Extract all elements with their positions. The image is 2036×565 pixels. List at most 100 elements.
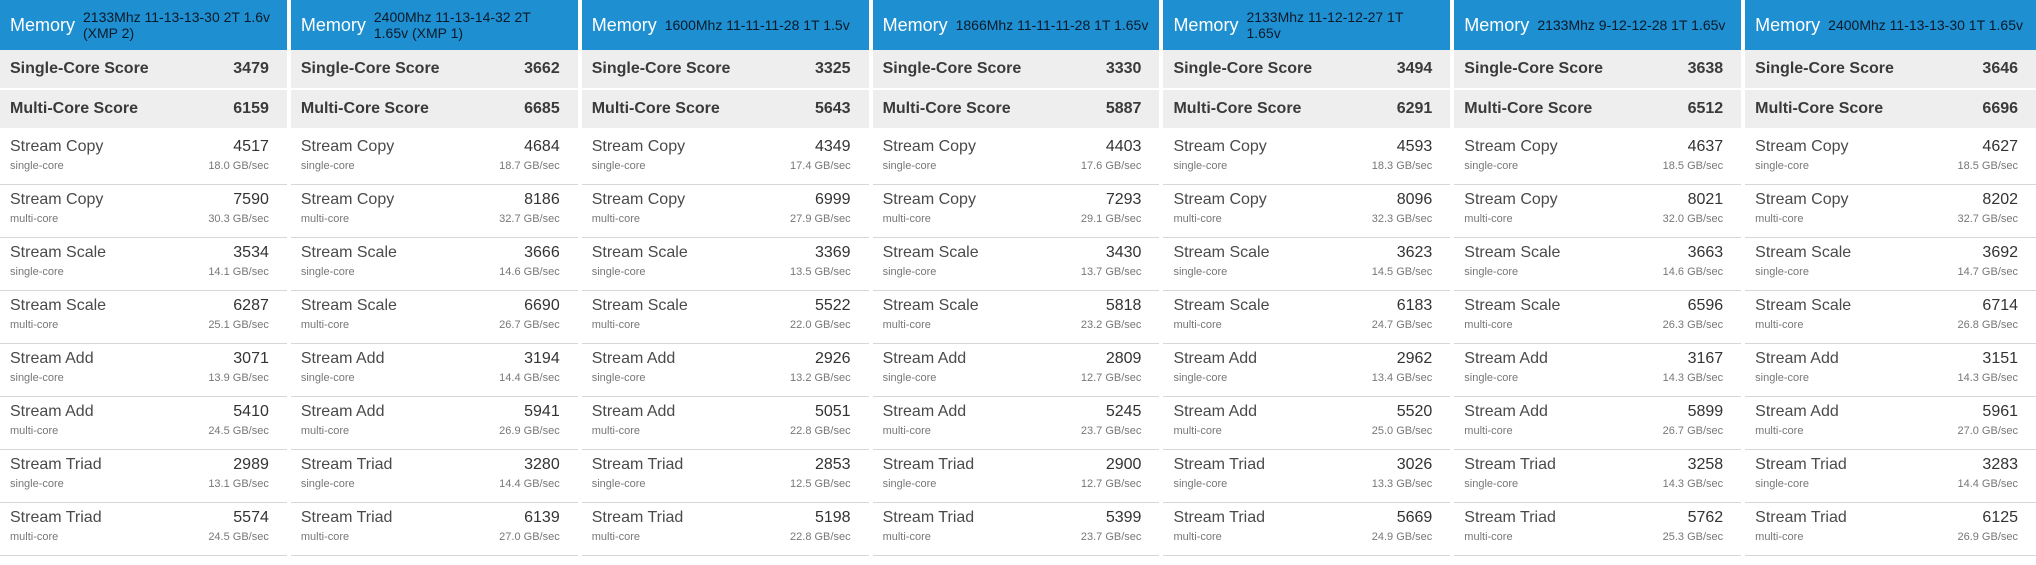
test-row: Stream Copy 4627 single-core 18.5 GB/sec (1745, 132, 2036, 185)
test-name: Stream Scale (882, 297, 979, 314)
multi-core-score-value: 6512 (1687, 100, 1724, 117)
test-score: 8202 (1982, 191, 2019, 208)
single-core-score-row: Single-Core Score 3638 (1454, 50, 1742, 90)
test-score: 6690 (524, 297, 560, 314)
test-mode: multi-core (300, 213, 350, 225)
test-row: Stream Copy 4593 single-core 18.3 GB/sec (1163, 132, 1451, 185)
test-mode: single-core (10, 266, 64, 278)
test-score: 7293 (1105, 191, 1142, 208)
test-row: Stream Triad 3280 single-core 14.4 GB/se… (290, 450, 578, 503)
test-mode: multi-core (591, 213, 641, 225)
test-row: Stream Triad 6125 multi-core 26.9 GB/sec (1745, 503, 2036, 556)
test-rate: 18.5 GB/sec (1662, 160, 1724, 172)
test-row: Stream Scale 3430 single-core 13.7 GB/se… (872, 238, 1160, 291)
test-rate: 26.7 GB/sec (499, 319, 560, 331)
test-row: Stream Scale 3663 single-core 14.6 GB/se… (1454, 238, 1742, 291)
section-title: Memory (1755, 14, 1821, 35)
test-name: Stream Scale (1173, 244, 1270, 261)
test-mode: multi-core (591, 531, 641, 543)
test-row: Stream Add 5941 multi-core 26.9 GB/sec (290, 397, 578, 450)
multi-core-score-label: Multi-Core Score (1755, 100, 1884, 117)
test-name: Stream Triad (591, 456, 684, 473)
test-rate: 27.9 GB/sec (790, 213, 851, 225)
test-mode: multi-core (1464, 531, 1513, 543)
panel-header: Memory 2400Mhz 11-13-13-30 1T 1.65v (1745, 0, 2036, 50)
benchmark-comparison-board: Memory 2133Mhz 11-13-13-30 2T 1.6v (XMP … (0, 0, 2036, 565)
test-mode: multi-core (1464, 213, 1513, 225)
test-name: Stream Copy (1173, 191, 1267, 208)
test-rate: 25.3 GB/sec (1662, 531, 1724, 543)
test-rate: 26.3 GB/sec (1662, 319, 1724, 331)
section-title: Memory (1464, 14, 1530, 35)
test-rate: 13.9 GB/sec (208, 372, 269, 384)
single-core-score-value: 3325 (814, 60, 851, 77)
test-score: 5410 (233, 403, 269, 420)
test-name: Stream Copy (10, 191, 104, 208)
test-rate: 27.0 GB/sec (499, 531, 560, 543)
panel-footer (1745, 556, 2036, 565)
test-score: 3280 (524, 456, 560, 473)
test-score: 2853 (814, 456, 851, 473)
test-rate: 14.4 GB/sec (499, 478, 560, 490)
test-rate: 17.6 GB/sec (1080, 160, 1142, 172)
test-name: Stream Add (300, 350, 385, 367)
test-rate: 13.1 GB/sec (208, 478, 269, 490)
test-name: Stream Add (1755, 403, 1839, 420)
test-rate: 24.5 GB/sec (208, 531, 269, 543)
test-name: Stream Copy (591, 191, 686, 208)
test-score: 4349 (814, 138, 851, 155)
test-rate: 24.5 GB/sec (208, 425, 269, 437)
panel-header: Memory 2133Mhz 11-13-13-30 2T 1.6v (XMP … (0, 0, 287, 50)
test-name: Stream Copy (300, 191, 395, 208)
panel-footer (1163, 556, 1450, 565)
test-name: Stream Scale (1464, 297, 1561, 314)
test-row: Stream Copy 4637 single-core 18.5 GB/sec (1454, 132, 1742, 185)
test-row: Stream Scale 3369 single-core 13.5 GB/se… (581, 238, 869, 291)
test-score: 8021 (1687, 191, 1724, 208)
test-row: Stream Triad 5198 multi-core 22.8 GB/sec (581, 503, 869, 556)
test-score: 6596 (1687, 297, 1724, 314)
single-core-score-label: Single-Core Score (882, 60, 1022, 77)
test-score: 6999 (814, 191, 851, 208)
test-rate: 18.3 GB/sec (1371, 160, 1433, 172)
test-row: Stream Triad 5669 multi-core 24.9 GB/sec (1163, 503, 1451, 556)
test-mode: single-core (1173, 160, 1228, 172)
test-row: Stream Triad 2900 single-core 12.7 GB/se… (872, 450, 1160, 503)
test-name: Stream Copy (1464, 191, 1558, 208)
test-mode: single-core (1464, 372, 1519, 384)
test-row: Stream Triad 5574 multi-core 24.5 GB/sec (0, 503, 287, 556)
test-mode: multi-core (882, 213, 931, 225)
multi-core-score-row: Multi-Core Score 6685 (290, 90, 578, 130)
test-score: 3151 (1982, 350, 2019, 367)
test-mode: single-core (1173, 372, 1228, 384)
test-rate: 14.3 GB/sec (1662, 478, 1724, 490)
test-rate: 14.1 GB/sec (208, 266, 269, 278)
test-score: 4593 (1396, 138, 1433, 155)
test-mode: multi-core (10, 425, 59, 437)
test-name: Stream Triad (1755, 456, 1847, 473)
test-name: Stream Add (1755, 350, 1839, 367)
test-score: 6139 (524, 509, 560, 526)
test-score: 2926 (814, 350, 851, 367)
panel-header: Memory 2133Mhz 11-12-12-27 1T 1.65v (1163, 0, 1451, 50)
test-rate: 26.8 GB/sec (1957, 319, 2019, 331)
test-name: Stream Scale (1755, 297, 1852, 314)
test-mode: single-core (1464, 160, 1519, 172)
test-name: Stream Scale (10, 297, 107, 314)
test-score: 5399 (1105, 509, 1142, 526)
panel-footer (0, 556, 287, 565)
test-score: 3623 (1396, 244, 1433, 261)
test-score: 3194 (524, 350, 560, 367)
test-name: Stream Triad (1464, 509, 1556, 526)
test-rate: 14.4 GB/sec (1957, 478, 2019, 490)
test-score: 5520 (1396, 403, 1433, 420)
single-core-score-row: Single-Core Score 3494 (1163, 50, 1451, 90)
benchmark-panel: Memory 2400Mhz 11-13-14-32 2T 1.65v (XMP… (290, 0, 578, 565)
panel-header: Memory 1866Mhz 11-11-11-28 1T 1.65v (872, 0, 1160, 50)
test-row: Stream Scale 6596 multi-core 26.3 GB/sec (1454, 291, 1742, 344)
test-score: 4637 (1687, 138, 1724, 155)
test-row: Stream Scale 6690 multi-core 26.7 GB/sec (290, 291, 578, 344)
test-mode: multi-core (882, 425, 931, 437)
single-core-score-row: Single-Core Score 3330 (872, 50, 1160, 90)
test-name: Stream Add (1464, 403, 1548, 420)
